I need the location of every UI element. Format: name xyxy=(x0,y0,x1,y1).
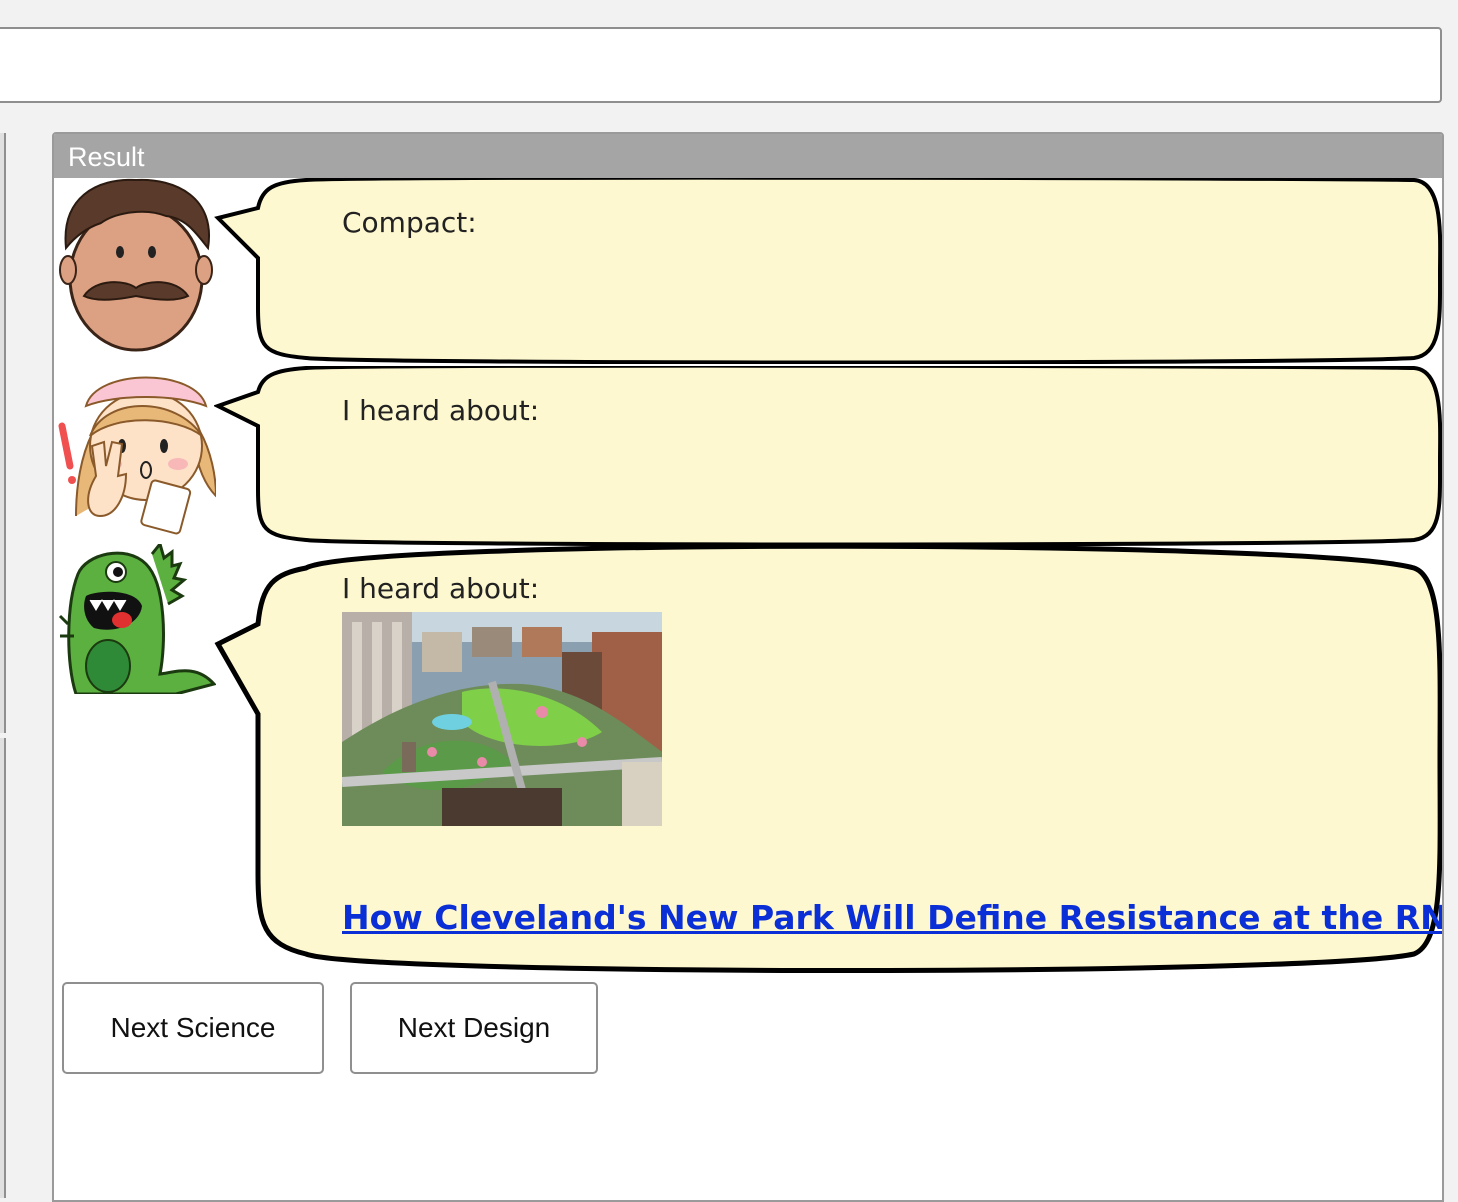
result-panel-title: Result xyxy=(54,134,1442,178)
nurse-avatar xyxy=(58,376,216,535)
message-text: Compact: xyxy=(342,206,477,239)
chat-message: I heard about: xyxy=(54,366,1442,546)
result-panel: Result Compact: I heard about: I heard a… xyxy=(52,132,1444,1202)
message-text: I heard about: xyxy=(342,572,540,605)
mustache-man-avatar xyxy=(59,178,213,352)
next-design-button[interactable]: Next Design xyxy=(350,982,598,1074)
next-science-button[interactable]: Next Science xyxy=(62,982,324,1074)
chat-message: Compact: xyxy=(54,178,1442,368)
left-panel-edge xyxy=(0,133,6,733)
message-text: I heard about: xyxy=(342,394,540,427)
chat-message: I heard about: How Cleveland's New Park … xyxy=(54,544,1442,974)
green-monster-avatar xyxy=(58,544,216,694)
search-input[interactable] xyxy=(0,27,1442,103)
speech-bubble xyxy=(214,366,1442,546)
left-panel-edge-lower xyxy=(0,738,6,1198)
news-article-link[interactable]: How Cleveland's New Park Will Define Res… xyxy=(342,898,1442,937)
aerial-park-photo xyxy=(342,612,662,826)
